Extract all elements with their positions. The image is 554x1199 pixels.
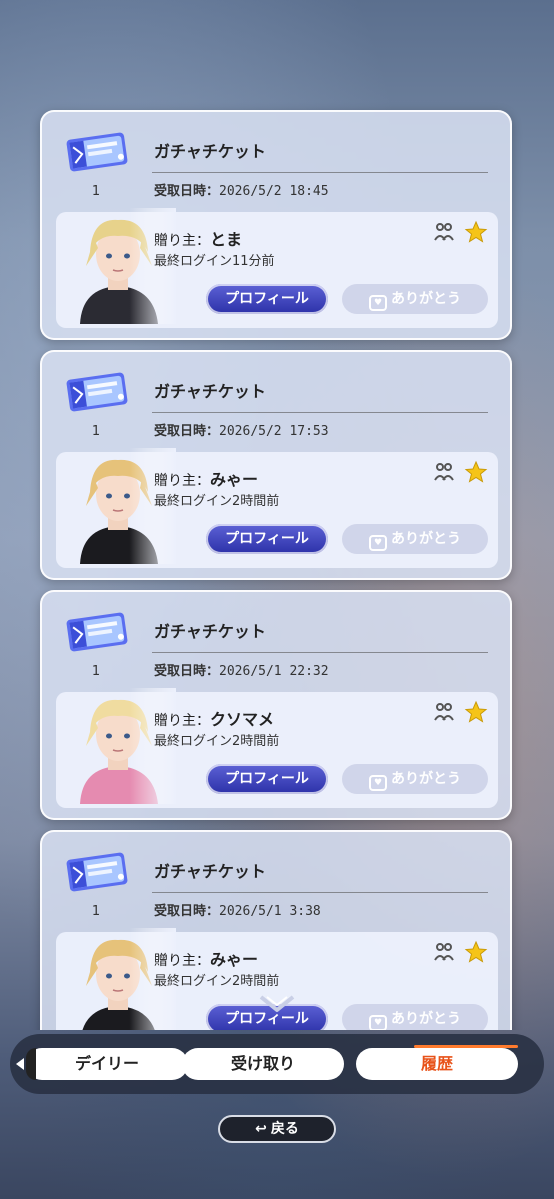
return-arrow-icon: ↩ <box>255 1121 267 1137</box>
giver-name: クソマメ <box>210 710 275 729</box>
heart-icon: ♥ <box>369 535 387 551</box>
giver-label: 贈り主： <box>154 953 210 969</box>
friends-icon[interactable] <box>432 700 456 728</box>
received-label: 受取日時： <box>154 904 220 919</box>
received-at: 2026/5/1 22:32 <box>219 664 329 679</box>
profile-button[interactable]: プロフィール <box>206 524 328 554</box>
star-icon[interactable] <box>464 940 488 968</box>
heart-icon: ♥ <box>369 1015 387 1030</box>
thanks-button[interactable]: ♥ ありがとう <box>342 284 488 314</box>
giver: 贈り主：みゃー <box>154 946 258 970</box>
thanks-label: ありがとう <box>391 1011 461 1027</box>
friends-icon[interactable] <box>432 220 456 248</box>
received-date: 受取日時：2026/5/1 22:32 <box>154 660 329 679</box>
received-date: 受取日時：2026/5/2 17:53 <box>154 420 329 439</box>
giver-label: 贈り主： <box>154 713 210 729</box>
giver-icons <box>432 700 488 728</box>
giver-name: みゃー <box>210 950 259 969</box>
item-name: ガチャチケット <box>154 382 266 401</box>
item-name: ガチャチケット <box>154 862 266 881</box>
star-icon[interactable] <box>464 220 488 248</box>
arrow-left-icon[interactable] <box>16 1058 24 1070</box>
giver-label: 贈り主： <box>154 473 210 489</box>
tab-daily-label: デイリー <box>74 1054 139 1073</box>
received-at: 2026/5/1 3:38 <box>219 904 321 919</box>
thanks-button[interactable]: ♥ ありがとう <box>342 524 488 554</box>
thanks-label: ありがとう <box>391 771 461 787</box>
giver-icons <box>432 940 488 968</box>
thanks-label: ありがとう <box>391 291 461 307</box>
divider <box>152 412 488 413</box>
heart-icon: ♥ <box>369 775 387 791</box>
giver-icons <box>432 220 488 248</box>
received-at: 2026/5/2 18:45 <box>219 184 329 199</box>
gacha-ticket-icon <box>64 370 130 414</box>
last-login: 最終ログイン11分前 <box>154 254 275 269</box>
scroll-down-chevron-icon[interactable] <box>257 994 297 1014</box>
giver-name: みゃー <box>210 470 259 489</box>
gacha-ticket-icon <box>64 850 130 894</box>
giver-panel: 贈り主：とま 最終ログイン11分前 プロフィール ♥ ありがとう <box>56 208 498 328</box>
profile-button[interactable]: プロフィール <box>206 284 328 314</box>
gift-history-list[interactable]: 1 ガチャチケット 受取日時：2026/5/2 18:45 贈り主：とま 最終ロ… <box>0 0 554 1030</box>
divider <box>152 172 488 173</box>
divider <box>152 652 488 653</box>
gift-card: 1 ガチャチケット 受取日時：2026/5/2 17:53 贈り主：みゃー 最終… <box>40 350 512 580</box>
received-label: 受取日時： <box>154 664 220 679</box>
item-quantity: 1 <box>91 424 101 439</box>
thanks-label: ありがとう <box>391 531 461 547</box>
giver-panel: 贈り主：クソマメ 最終ログイン2時間前 プロフィール ♥ ありがとう <box>56 688 498 808</box>
giver-label: 贈り主： <box>154 233 210 249</box>
last-login: 最終ログイン2時間前 <box>154 734 280 749</box>
thanks-button[interactable]: ♥ ありがとう <box>342 764 488 794</box>
tab-history[interactable]: 履歴 <box>356 1045 518 1080</box>
giver-panel: 贈り主：みゃー 最終ログイン2時間前 プロフィール ♥ ありがとう <box>56 928 498 1030</box>
tab-receive-label: 受け取り <box>230 1054 295 1073</box>
back-button[interactable]: ↩ 戻る <box>218 1115 336 1143</box>
tab-receive[interactable]: 受け取り <box>182 1048 344 1080</box>
received-date: 受取日時：2026/5/1 3:38 <box>154 900 321 919</box>
last-login: 最終ログイン2時間前 <box>154 974 280 989</box>
received-label: 受取日時： <box>154 184 220 199</box>
item-quantity: 1 <box>91 184 101 199</box>
heart-icon: ♥ <box>369 295 387 311</box>
giver: 贈り主：とま <box>154 226 242 250</box>
item-name: ガチャチケット <box>154 622 266 641</box>
divider <box>152 892 488 893</box>
received-at: 2026/5/2 17:53 <box>219 424 329 439</box>
giver-icons <box>432 460 488 488</box>
back-button-label: 戻る <box>270 1121 299 1137</box>
item-quantity: 1 <box>91 664 101 679</box>
star-icon[interactable] <box>464 460 488 488</box>
gacha-ticket-icon <box>64 130 130 174</box>
gift-card: 1 ガチャチケット 受取日時：2026/5/1 22:32 贈り主：クソマメ 最… <box>40 590 512 820</box>
received-label: 受取日時： <box>154 424 220 439</box>
star-icon[interactable] <box>464 700 488 728</box>
last-login: 最終ログイン2時間前 <box>154 494 280 509</box>
profile-button[interactable]: プロフィール <box>206 764 328 794</box>
gacha-ticket-icon <box>64 610 130 654</box>
item-quantity: 1 <box>91 904 101 919</box>
received-date: 受取日時：2026/5/2 18:45 <box>154 180 329 199</box>
giver: 贈り主：みゃー <box>154 466 258 490</box>
giver: 贈り主：クソマメ <box>154 706 274 730</box>
tab-bar: デイリー 受け取り 履歴 <box>10 1034 544 1094</box>
friends-icon[interactable] <box>432 460 456 488</box>
item-name: ガチャチケット <box>154 142 266 161</box>
thanks-button[interactable]: ♥ ありがとう <box>342 1004 488 1030</box>
tab-daily[interactable]: デイリー <box>26 1048 188 1080</box>
giver-panel: 贈り主：みゃー 最終ログイン2時間前 プロフィール ♥ ありがとう <box>56 448 498 568</box>
friends-icon[interactable] <box>432 940 456 968</box>
tab-history-label: 履歴 <box>420 1054 453 1073</box>
giver-name: とま <box>210 230 243 249</box>
gift-card: 1 ガチャチケット 受取日時：2026/5/2 18:45 贈り主：とま 最終ロ… <box>40 110 512 340</box>
